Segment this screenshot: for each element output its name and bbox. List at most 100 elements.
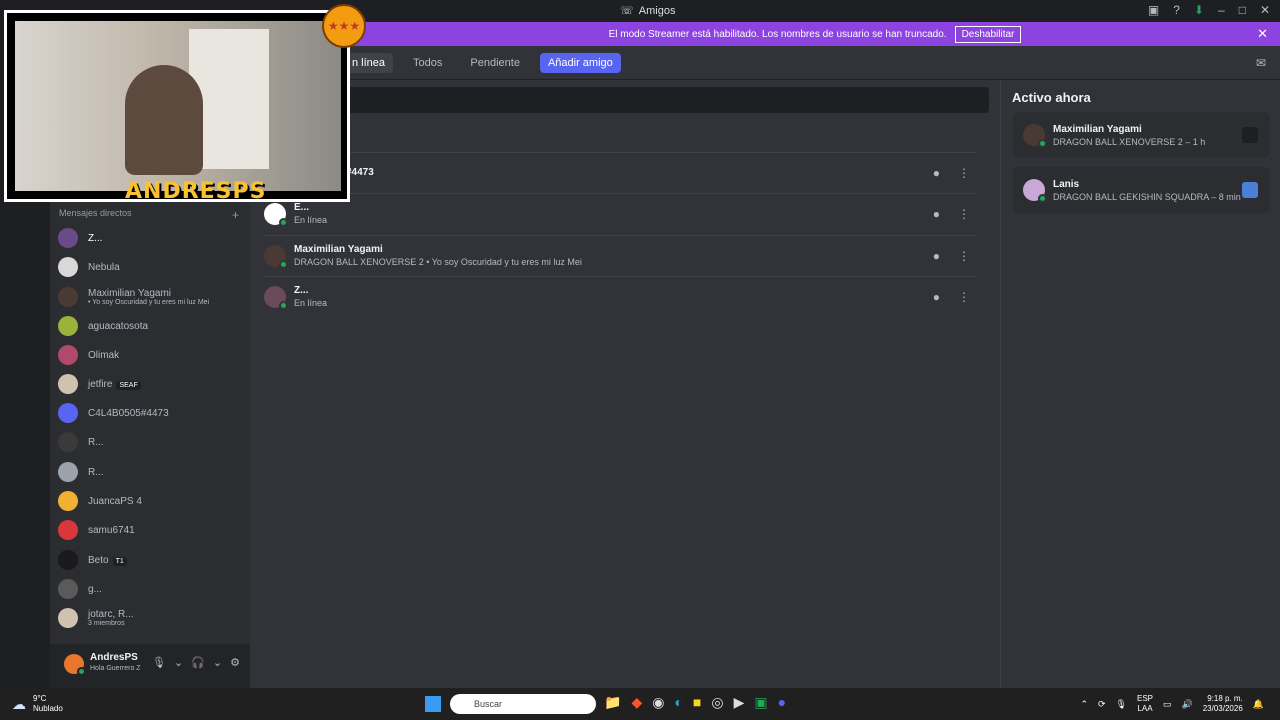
friend-row[interactable]: Z... En línea ● ⋮ <box>264 276 976 316</box>
chevron-down-icon[interactable]: ⌄ <box>174 656 183 669</box>
folder-icon[interactable]: 📁 <box>604 694 621 711</box>
game-icon <box>1242 127 1258 143</box>
avatar <box>58 462 78 482</box>
friend-row[interactable]: #4473 ● ⋮ <box>264 152 976 192</box>
dm-item[interactable]: Z... <box>58 224 243 252</box>
discord-app: ☏ Amigos ▣ ? ⬇ – □ ✕ El modo Streamer est… <box>0 0 1280 688</box>
status-online-icon <box>1038 194 1047 203</box>
avatar <box>58 550 78 570</box>
more-icon[interactable]: ⋮ <box>958 166 970 180</box>
brave-icon[interactable]: ◆ <box>631 694 642 711</box>
dm-item[interactable]: R... <box>58 458 243 486</box>
webcam-overlay: ANDRESPS <box>4 10 350 202</box>
window-title: ☏ Amigos <box>620 4 676 18</box>
status-online-icon <box>279 259 288 269</box>
dm-item[interactable]: Maximilian Yagami • Yo soy Oscuridad y tu… <box>58 283 243 311</box>
message-icon[interactable]: ● <box>933 166 940 180</box>
avatar <box>58 579 78 599</box>
screen-share-icon[interactable]: ▣ <box>1148 3 1159 17</box>
dm-item[interactable]: Nebula <box>58 253 243 281</box>
dm-item[interactable]: jotarc, R... 3 miembros <box>58 604 243 632</box>
add-dm-icon[interactable]: + <box>232 208 239 222</box>
clock[interactable]: 9:18 p. m. 23/03/2026 <box>1203 694 1243 714</box>
media-player-icon[interactable]: ▶ <box>734 694 745 711</box>
dm-item[interactable]: jetfire SEAF <box>58 370 243 398</box>
more-icon[interactable]: ⋮ <box>958 290 970 304</box>
language-indicator[interactable]: ESP LAA <box>1137 694 1153 714</box>
dm-item[interactable]: g... <box>58 575 243 603</box>
more-icon[interactable]: ⋮ <box>958 249 970 263</box>
more-icon[interactable]: ⋮ <box>958 207 970 221</box>
dm-item[interactable]: Olimak <box>58 341 243 369</box>
message-icon[interactable]: ● <box>933 290 940 304</box>
windows-start-button[interactable] <box>425 696 441 712</box>
close-icon[interactable]: ✕ <box>1257 26 1268 42</box>
activity-card[interactable]: Maximilian Yagami DRAGON BALL XENOVERSE 2… <box>1013 112 1270 158</box>
taskbar-search[interactable]: Buscar <box>450 694 596 714</box>
close-button[interactable]: ✕ <box>1260 3 1270 17</box>
dm-item[interactable]: samu6741 <box>58 516 243 544</box>
message-icon[interactable]: ● <box>933 207 940 221</box>
guild-tag-badge: SEAF <box>116 380 141 390</box>
streamer-mode-banner: El modo Streamer está habilitado. Los no… <box>350 22 1280 46</box>
edge-icon[interactable]: ◐ <box>674 694 682 711</box>
tab-pending[interactable]: Pendiente <box>462 53 528 73</box>
windows-taskbar: ☁ 9°C Nublado Buscar 📁 ◆ ◉ ◐ ■ ◎ ▶ ▣ ● ⌃ … <box>0 688 1280 720</box>
active-now-panel: Activo ahora Maximilian Yagami DRAGON BAL… <box>1000 80 1280 688</box>
headphones-icon[interactable]: 🎧 <box>191 656 205 669</box>
dm-item[interactable]: R... <box>58 428 243 456</box>
friend-row[interactable]: Maximilian Yagami DRAGON BALL XENOVERSE 2… <box>264 235 976 275</box>
notification-icon[interactable]: 🔔 <box>1253 699 1264 710</box>
maximize-button[interactable]: □ <box>1239 3 1246 17</box>
volume-icon[interactable]: 🔊 <box>1182 699 1193 710</box>
microphone-icon[interactable]: 🎙 <box>1116 699 1127 710</box>
message-icon[interactable]: ● <box>933 249 940 263</box>
dm-item[interactable]: C4L4B0505#4473 <box>58 399 243 427</box>
dm-item[interactable]: JuancaPS 4 <box>58 487 243 515</box>
game-icon <box>1242 182 1258 198</box>
friends-header: n línea Todos Pendiente Añadir amigo ✉ <box>250 46 1280 80</box>
avatar <box>264 244 288 269</box>
chevron-up-icon[interactable]: ⌃ <box>1080 699 1088 710</box>
sticky-notes-icon[interactable]: ■ <box>693 694 701 711</box>
chevron-down-icon[interactable]: ⌄ <box>213 656 222 669</box>
help-icon[interactable]: ? <box>1173 3 1180 17</box>
app-icon[interactable]: ▣ <box>754 694 767 711</box>
avatar <box>1023 179 1047 203</box>
taskbar-apps: 📁 ◆ ◉ ◐ ■ ◎ ▶ ▣ ● <box>604 694 786 711</box>
streamer-logo: ANDRESPS <box>125 179 267 202</box>
avatar <box>1023 124 1047 148</box>
dm-item[interactable]: Beto T1 <box>58 546 243 574</box>
dm-item[interactable]: aguacatosota <box>58 312 243 340</box>
sync-icon[interactable]: ⟳ <box>1098 699 1106 710</box>
friend-row[interactable]: E... En línea ● ⋮ <box>264 193 976 233</box>
minimize-button[interactable]: – <box>1218 3 1225 17</box>
avatar <box>58 345 78 365</box>
activity-card[interactable]: Lanis DRAGON BALL GEKISHIN SQUADRA – 8 mi… <box>1013 167 1270 213</box>
avatar <box>58 374 78 394</box>
discord-icon[interactable]: ● <box>778 694 786 711</box>
avatar <box>58 608 78 628</box>
gear-icon[interactable]: ⚙ <box>230 656 240 669</box>
search-input[interactable] <box>262 87 989 113</box>
streamer-figure <box>125 65 203 175</box>
new-group-dm-icon[interactable]: ✉ <box>1256 56 1266 70</box>
dm-header: Mensajes directos + <box>59 208 239 222</box>
status-online-icon <box>279 217 288 227</box>
disable-streamer-button[interactable]: Deshabilitar <box>954 25 1022 43</box>
tab-online[interactable]: n línea <box>344 52 394 73</box>
friends-icon: ☏ <box>620 5 634 17</box>
tab-all[interactable]: Todos <box>405 53 450 73</box>
user-avatar[interactable] <box>64 654 86 676</box>
avatar <box>58 287 78 307</box>
add-friend-button[interactable]: Añadir amigo <box>539 52 621 73</box>
download-icon[interactable]: ⬇ <box>1194 3 1204 17</box>
guild-tag-badge: T1 <box>112 556 127 566</box>
chrome-icon[interactable]: ◉ <box>652 694 664 711</box>
weather-widget[interactable]: 9°C Nublado <box>33 694 63 714</box>
dragon-ball-icon: ★★★ <box>322 4 366 48</box>
app-icon[interactable]: ◎ <box>711 694 723 711</box>
microphone-icon[interactable]: 🎙 <box>152 656 166 669</box>
network-icon[interactable]: ▭ <box>1163 699 1172 710</box>
window-controls: ▣ ? ⬇ – □ ✕ <box>1148 3 1270 17</box>
